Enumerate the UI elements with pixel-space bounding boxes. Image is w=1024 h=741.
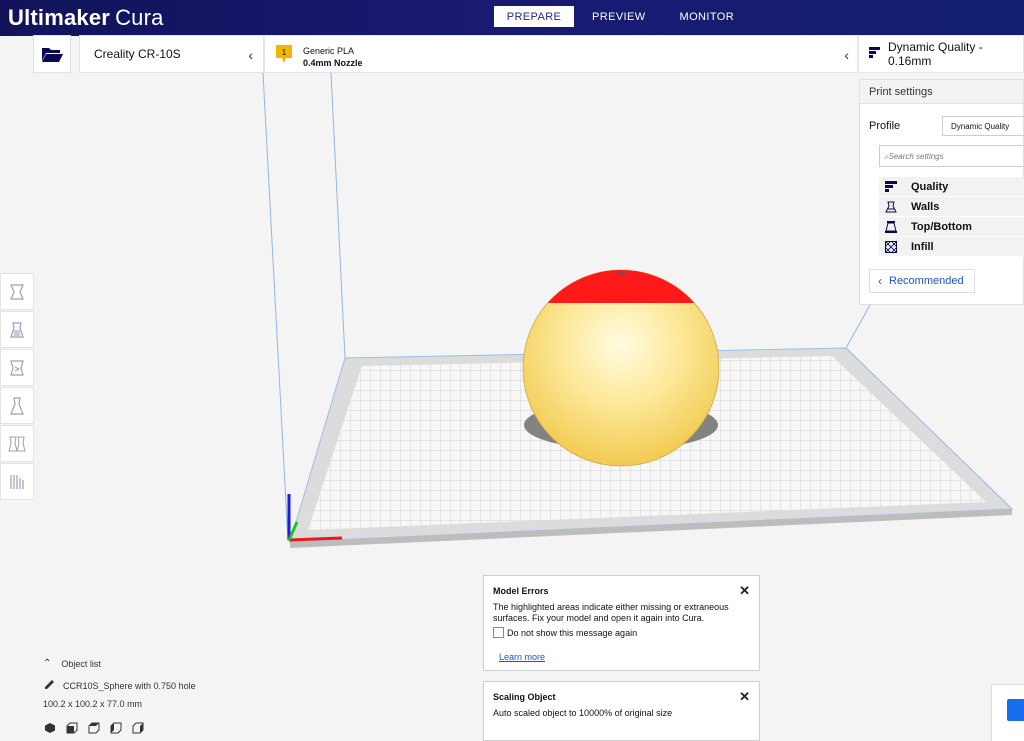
tab-monitor[interactable]: MONITOR	[664, 6, 751, 27]
quality-label: Dynamic Quality - 0.16mm	[888, 40, 983, 68]
message-text: The highlighted areas indicate either mi…	[493, 602, 729, 623]
scale-tool-button[interactable]	[0, 311, 34, 348]
model-errors-message: Model Errors ✕ The highlighted areas ind…	[483, 575, 760, 671]
view-orientation-buttons	[44, 721, 154, 735]
close-icon[interactable]: ✕	[739, 689, 750, 705]
view-right-button[interactable]	[132, 721, 154, 735]
walls-icon	[879, 201, 903, 213]
svg-text:1: 1	[282, 48, 287, 57]
per-model-settings-icon	[8, 436, 26, 451]
app-logo: Ultimaker Cura	[8, 5, 164, 30]
chevron-left-icon: ‹	[844, 47, 849, 63]
quality-icon	[879, 181, 903, 192]
checkbox-box[interactable]	[493, 627, 504, 638]
print-settings-title: Print settings	[860, 80, 1023, 104]
printer-name: Creality CR-10S	[94, 47, 181, 61]
message-text: Auto scaled object to 10000% of original…	[493, 708, 673, 718]
build-plate	[289, 347, 1014, 548]
settings-category-list: Quality Walls Top/Bottom Infill	[879, 177, 1024, 257]
mirror-tool-button[interactable]	[0, 387, 34, 424]
slice-button[interactable]	[1007, 699, 1024, 721]
top-bottom-icon	[879, 220, 903, 233]
printer-selector[interactable]: Creality CR-10S ‹	[79, 35, 264, 73]
view-front-button[interactable]	[66, 721, 88, 735]
cube-3d-icon	[45, 723, 55, 733]
extruder-badge-icon: 1	[276, 45, 292, 63]
object-dimensions: 100.2 x 100.2 x 77.0 mm	[43, 699, 143, 709]
scale-icon	[10, 321, 24, 338]
profile-dropdown[interactable]: Dynamic Quality	[942, 116, 1024, 136]
print-settings-panel: Print settings Profile Dynamic Quality ⌕…	[859, 79, 1024, 305]
support-blocker-icon	[10, 474, 24, 489]
recommended-button[interactable]: ‹ Recommended	[869, 269, 975, 293]
learn-more-link[interactable]: Learn more	[499, 652, 545, 662]
category-infill[interactable]: Infill	[879, 237, 1024, 257]
cube-left-icon	[110, 722, 122, 734]
search-settings-input[interactable]: ⌕Search settings	[879, 145, 1024, 167]
close-icon[interactable]: ✕	[739, 583, 750, 599]
pencil-icon	[44, 679, 55, 692]
material-selector[interactable]: 1 Generic PLA 0.4mm Nozzle ‹	[264, 35, 858, 73]
nozzle-size: 0.4mm Nozzle	[303, 58, 363, 68]
move-tool-button[interactable]	[0, 273, 34, 310]
infill-icon	[879, 240, 903, 253]
scaling-object-message: Scaling Object ✕ Auto scaled object to 1…	[483, 681, 760, 741]
support-blocker-button[interactable]	[0, 463, 34, 500]
category-top-bottom[interactable]: Top/Bottom	[879, 217, 1024, 237]
category-quality[interactable]: Quality	[879, 177, 1024, 197]
chevron-left-icon: ‹	[878, 274, 882, 288]
tab-prepare[interactable]: PREPARE	[494, 6, 574, 27]
dont-show-again-checkbox[interactable]: Do not show this message again	[493, 627, 637, 638]
stage-tabs: PREPARE PREVIEW MONITOR	[494, 6, 752, 27]
rotate-tool-button[interactable]	[0, 349, 34, 386]
chevron-up-icon: ⌃	[43, 658, 52, 669]
app-header: Ultimaker Cura PREPARE PREVIEW MONITOR	[0, 0, 1024, 36]
object-name[interactable]: CCR10S_Sphere with 0.750 hole	[44, 679, 196, 692]
message-title: Scaling Object	[493, 692, 556, 702]
view-top-button[interactable]	[88, 721, 110, 735]
cube-top-icon	[88, 722, 100, 734]
print-quality-selector[interactable]: Dynamic Quality - 0.16mm	[858, 35, 1024, 73]
material-name: Generic PLA	[303, 46, 355, 56]
profile-label: Profile	[869, 120, 901, 132]
category-walls[interactable]: Walls	[879, 197, 1024, 217]
rotate-icon	[10, 359, 24, 376]
view-left-button[interactable]	[110, 721, 132, 735]
open-file-button[interactable]	[33, 35, 71, 73]
sphere-model	[522, 269, 720, 467]
quality-icon	[869, 47, 880, 61]
move-icon	[10, 283, 24, 300]
tab-preview[interactable]: PREVIEW	[576, 6, 662, 27]
object-list-toggle[interactable]: ⌃ Object list	[43, 658, 101, 669]
chevron-left-icon: ‹	[248, 47, 253, 63]
message-title: Model Errors	[493, 586, 549, 596]
cube-right-icon	[132, 722, 144, 734]
folder-icon	[42, 47, 63, 62]
axis-indicator	[287, 494, 343, 542]
mirror-icon	[10, 396, 24, 415]
per-model-settings-button[interactable]	[0, 425, 34, 462]
cube-front-icon	[66, 722, 78, 734]
slice-panel	[991, 684, 1024, 741]
tool-strip	[0, 273, 34, 501]
view-3d-button[interactable]	[44, 721, 66, 735]
